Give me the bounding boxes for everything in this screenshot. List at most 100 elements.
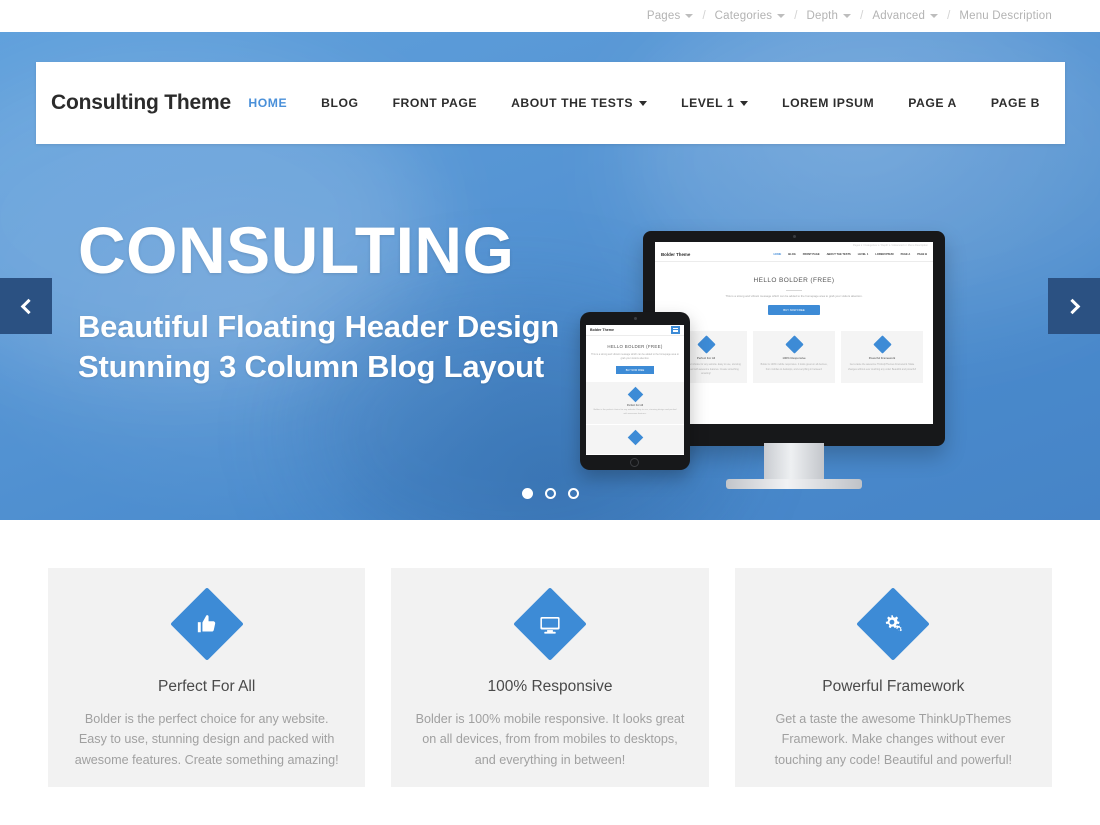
webcam-icon bbox=[792, 235, 796, 238]
gears-icon bbox=[872, 335, 892, 354]
nav-label: BLOG bbox=[321, 96, 359, 110]
tablet-mockup-feature-card: Perfect For All Bolder is the perfect ch… bbox=[586, 381, 684, 424]
nav-label: LOREM IPSUM bbox=[782, 96, 875, 110]
mockup-nav-item: LEVEL 1 bbox=[857, 253, 869, 257]
hero-copy: CONSULTING Beautiful Floating Header Des… bbox=[78, 217, 559, 386]
mockup-nav-item: PAGE B bbox=[917, 253, 927, 257]
nav-label: ABOUT THE TESTS bbox=[511, 96, 634, 110]
slider-dot-2[interactable] bbox=[544, 488, 556, 499]
nav-label: FRONT PAGE bbox=[392, 96, 478, 110]
nav-label: HOME bbox=[248, 96, 288, 110]
chevron-down-icon bbox=[685, 14, 694, 18]
mockup-topbar: Pages ▾ / Categories ▾ / Depth ▾ / Advan… bbox=[852, 243, 928, 247]
mockup-feature-card: Powerful Framework Get a taste the aweso… bbox=[841, 331, 923, 383]
feature-card-text: Bolder is the perfect choice for any web… bbox=[74, 712, 339, 767]
nav-item-page-b[interactable]: PAGE B bbox=[974, 96, 1057, 110]
mockup-nav-item: ABOUT THE TESTS bbox=[826, 253, 851, 257]
topbar-label: Advanced bbox=[872, 10, 926, 22]
topbar-separator: / bbox=[860, 10, 864, 22]
feature-card-title: 100% Responsive bbox=[487, 678, 613, 695]
topbar-item-depth[interactable]: Depth bbox=[806, 10, 852, 22]
feature-cards-section: Perfect For All Bolder is the perfect ch… bbox=[48, 568, 1052, 787]
topbar-separator: / bbox=[947, 10, 951, 22]
mockup-card-text: Bolder is 100% mobile responsive. It loo… bbox=[760, 363, 828, 371]
nav-item-blog[interactable]: BLOG bbox=[304, 96, 375, 110]
feature-card-perfect-for-all: Perfect For All Bolder is the perfect ch… bbox=[48, 568, 366, 787]
tablet-mockup-cta-button: BUY NOW FREE bbox=[616, 366, 654, 375]
gears-icon bbox=[856, 587, 931, 661]
mockup-card-title: 100% Responsive bbox=[782, 356, 806, 360]
feature-card-text: Get a taste the awesome ThinkUpThemes Fr… bbox=[774, 712, 1012, 767]
tablet-screen: Bolder Theme HELLO BOLDER (FREE) This is… bbox=[586, 325, 684, 455]
thumbs-up-icon bbox=[169, 587, 244, 661]
slider-prev-button[interactable] bbox=[0, 278, 52, 334]
mockup-nav-item: FRONT PAGE bbox=[802, 253, 820, 257]
mockup-heading: HELLO BOLDER (FREE) bbox=[753, 277, 835, 284]
mockup-hero: HELLO BOLDER (FREE) This is a strong and… bbox=[655, 262, 933, 325]
nav-item-about-the-tests[interactable]: ABOUT THE TESTS bbox=[494, 96, 664, 110]
nav-item-home[interactable]: HOME bbox=[231, 96, 304, 110]
slider-next-button[interactable] bbox=[1048, 278, 1100, 334]
thumbs-up-icon bbox=[696, 335, 716, 354]
slider-dot-3[interactable] bbox=[567, 488, 579, 499]
mockup-card-title: Powerful Framework bbox=[868, 356, 896, 360]
tablet-mockup-hero: HELLO BOLDER (FREE) This is a strong and… bbox=[586, 336, 684, 381]
tablet-mockup-paragraph: This is a strong and vibrant message whi… bbox=[591, 353, 679, 361]
topbar-separator: / bbox=[794, 10, 798, 22]
mockup-card-text: Get a taste the awesome ThinkUpThemes Fr… bbox=[847, 363, 917, 371]
thumbs-up-icon bbox=[627, 386, 643, 403]
mockup-navbar: Bolder Theme HOME BLOG FRONT PAGE ABOUT … bbox=[655, 249, 933, 262]
site-brand: Consulting Theme bbox=[51, 91, 231, 114]
tablet-mockup-card-text: Bolder is the perfect choice for any web… bbox=[593, 409, 677, 415]
top-utility-list: Pages / Categories / Depth / Advanced / … bbox=[647, 10, 1052, 22]
top-utility-bar: Pages / Categories / Depth / Advanced / … bbox=[0, 0, 1100, 32]
nav-label: PAGE A bbox=[908, 96, 957, 110]
nav-item-level-1[interactable]: LEVEL 1 bbox=[664, 96, 765, 110]
topbar-item-pages[interactable]: Pages bbox=[647, 10, 694, 22]
topbar-label: Menu Description bbox=[959, 10, 1052, 22]
hamburger-icon bbox=[671, 326, 680, 334]
topbar-item-categories[interactable]: Categories bbox=[715, 10, 786, 22]
mockup-nav-item: HOME bbox=[773, 253, 782, 257]
feature-card-title: Powerful Framework bbox=[822, 678, 965, 695]
hero-slider: Consulting Theme HOME BLOG FRONT PAGE AB… bbox=[0, 32, 1100, 520]
hero-title: CONSULTING bbox=[78, 213, 515, 287]
slider-dot-1[interactable] bbox=[521, 488, 533, 499]
chevron-down-icon bbox=[777, 14, 786, 18]
desktop-monitor-icon bbox=[513, 587, 587, 661]
mockup-nav-item: LOREM IPSUM bbox=[875, 253, 894, 257]
nav-item-page-a[interactable]: PAGE A bbox=[891, 96, 974, 110]
mockup-nav-item: PAGE A bbox=[900, 253, 911, 257]
mockup-cta-button: BUY NOW FREE bbox=[768, 305, 820, 315]
chevron-down-icon bbox=[843, 14, 852, 18]
topbar-item-advanced[interactable]: Advanced bbox=[872, 10, 939, 22]
topbar-label: Depth bbox=[806, 10, 839, 22]
feature-card-framework: Powerful Framework Get a taste the aweso… bbox=[734, 568, 1052, 787]
monitor-screen: Pages ▾ / Categories ▾ / Depth ▾ / Advan… bbox=[655, 242, 933, 424]
nav-item-lorem-ipsum[interactable]: LOREM IPSUM bbox=[765, 96, 891, 110]
mockup-feature-cards: Perfect For All Bolder is the perfect ch… bbox=[655, 325, 933, 383]
mockup-nav-links: HOME BLOG FRONT PAGE ABOUT THE TESTS LEV… bbox=[773, 253, 927, 257]
feature-card-text: Bolder is 100% mobile responsive. It loo… bbox=[415, 712, 685, 767]
mockup-divider bbox=[786, 289, 802, 291]
chevron-left-icon bbox=[20, 298, 36, 314]
device-mockup: Pages ▾ / Categories ▾ / Depth ▾ / Advan… bbox=[575, 194, 975, 489]
tablet-mockup-heading: HELLO BOLDER (FREE) bbox=[607, 344, 663, 349]
main-navigation: HOME BLOG FRONT PAGE ABOUT THE TESTS LEV… bbox=[231, 96, 1057, 110]
monitor-stand-neck bbox=[764, 443, 824, 481]
mockup-nav-item: BLOG bbox=[788, 253, 796, 257]
chevron-right-icon bbox=[1064, 298, 1080, 314]
chevron-down-icon bbox=[639, 100, 648, 106]
nav-item-front-page[interactable]: FRONT PAGE bbox=[376, 96, 495, 110]
nav-label: LEVEL 1 bbox=[681, 96, 735, 110]
mockup-paragraph: This is a strong and vibrant message whi… bbox=[725, 294, 863, 299]
mockup-feature-card: 100% Responsive Bolder is 100% mobile re… bbox=[753, 331, 835, 383]
floating-header: Consulting Theme HOME BLOG FRONT PAGE AB… bbox=[36, 62, 1065, 144]
topbar-item-menu-description[interactable]: Menu Description bbox=[959, 10, 1052, 22]
tablet-mockup: Bolder Theme HELLO BOLDER (FREE) This is… bbox=[580, 312, 690, 470]
mockup-brand: Bolder Theme bbox=[661, 251, 691, 257]
tablet-mockup-brand: Bolder Theme bbox=[590, 328, 614, 332]
slider-pagination bbox=[0, 488, 1100, 499]
feature-card-title: Perfect For All bbox=[157, 678, 256, 695]
topbar-label: Categories bbox=[714, 10, 773, 22]
